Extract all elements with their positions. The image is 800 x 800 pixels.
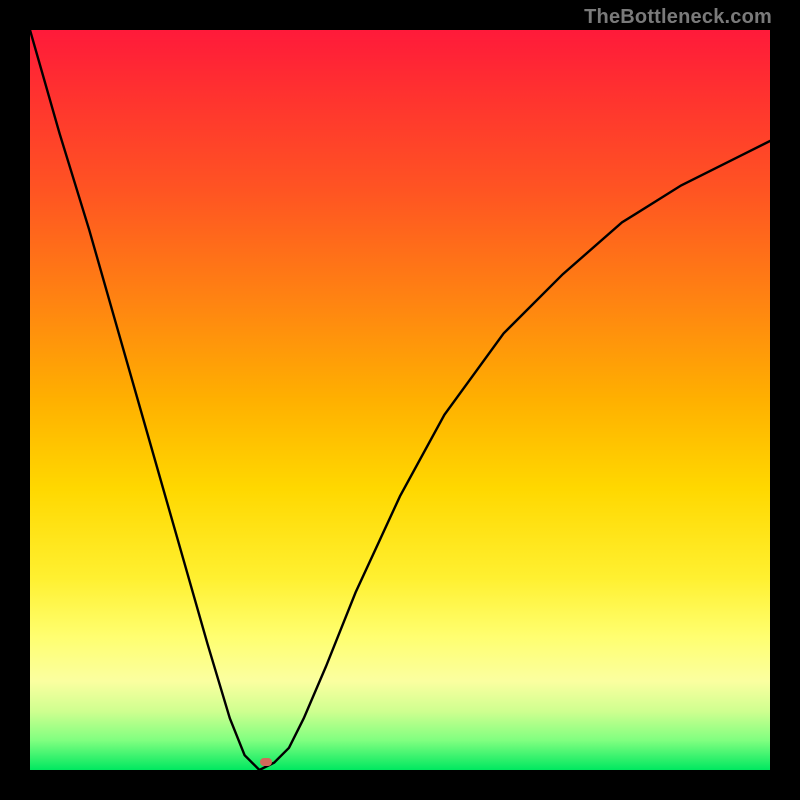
minimum-marker: [260, 758, 272, 766]
bottleneck-curve: [30, 30, 770, 770]
plot-area: [30, 30, 770, 770]
watermark-text: TheBottleneck.com: [584, 6, 772, 29]
chart-container: TheBottleneck.com: [0, 0, 800, 800]
